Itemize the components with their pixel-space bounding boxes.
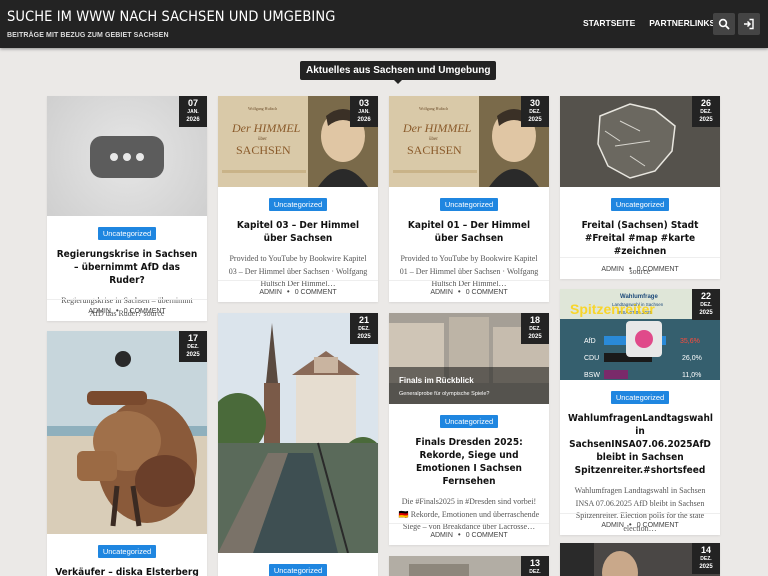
post-comments[interactable]: 0 Comment — [466, 289, 508, 296]
category-badge[interactable]: Uncategorized — [268, 198, 328, 211]
svg-text:Spitzenreiter: Spitzenreiter — [570, 301, 655, 317]
category-badge[interactable]: Uncategorized — [439, 415, 499, 428]
category-badge[interactable]: Uncategorized — [439, 198, 499, 211]
date-badge: 26 DEZ. 2025 — [692, 96, 720, 127]
section-heading: Aktuelles aus Sachsen und Umgebung — [300, 61, 497, 84]
svg-text:Wolfgang Hultsch: Wolfgang Hultsch — [248, 106, 277, 111]
svg-text:über: über — [258, 137, 267, 142]
post-thumbnail[interactable]: 14 DEZ. 2025 — [560, 543, 720, 576]
category-badge[interactable]: Uncategorized — [610, 391, 670, 404]
post-author[interactable]: admin — [259, 289, 282, 296]
site-description: Beiträge mit Bezug zum Gebiet Sachsen — [7, 32, 169, 39]
main-nav: Startseite Partnerlinks — [583, 18, 715, 28]
church-river-photo — [218, 313, 378, 553]
nav-partnerlinks[interactable]: Partnerlinks — [649, 18, 715, 28]
post-meta: admin • 0 Comment — [389, 280, 549, 302]
post-card: Finals im Rückblick Generalprobe für oly… — [389, 313, 549, 545]
post-title[interactable]: Verkäufer – diska Elsterberg — [55, 566, 199, 576]
post-card: 17 DEZ. 2025 Uncategorized Verkäufer – dis… — [47, 331, 207, 576]
site-header: Suche im WWW nach Sachsen und Umgebing B… — [0, 0, 768, 48]
post-meta: admin • 0 Comment — [560, 257, 720, 279]
post-card: 26 DEZ. 2025 Uncategorized Freital (Sachse… — [560, 96, 720, 279]
login-button[interactable] — [738, 13, 760, 35]
post-comments[interactable]: 0 Comment — [295, 289, 337, 296]
date-badge: 30 DEZ. 2025 — [521, 96, 549, 127]
post-card: Wolfgang Hultsch Der HIMMEL über SACHSEN… — [218, 96, 378, 302]
category-badge[interactable]: Uncategorized — [610, 198, 670, 211]
post-title[interactable]: Kapitel 03 – Der Himmel über Sachsen — [226, 219, 370, 245]
svg-text:SACHSEN: SACHSEN — [407, 143, 462, 157]
post-meta: admin • 0 Comment — [218, 280, 378, 302]
post-author[interactable]: admin — [88, 308, 111, 315]
login-icon — [744, 18, 754, 30]
post-card: 13DEZ.2025 — [389, 556, 549, 576]
post-thumbnail[interactable]: Wolfgang Hultsch Der HIMMEL über SACHSEN… — [218, 96, 378, 187]
post-thumbnail[interactable]: 21 DEZ. 2025 — [218, 313, 378, 553]
svg-text:Wahlumfrage: Wahlumfrage — [620, 294, 658, 300]
svg-text:26,0%: 26,0% — [682, 355, 702, 362]
date-badge: 14 DEZ. 2025 — [692, 543, 720, 574]
post-title[interactable]: Freital (Sachsen) Stadt #Freital #map #k… — [568, 219, 712, 258]
category-badge[interactable]: Uncategorized — [97, 227, 157, 240]
svg-text:Der HIMMEL: Der HIMMEL — [231, 121, 301, 135]
svg-text:Finals im Rückblick: Finals im Rückblick — [399, 376, 474, 385]
post-meta: admin • 0 Comment — [47, 299, 207, 321]
post-card: 21 DEZ. 2025 Uncategorized — [218, 313, 378, 576]
post-card: Wolfgang Hultsch Der HIMMEL über SACHSEN… — [389, 96, 549, 302]
post-card: Wahlumfrage Landtagswahl in Sachsen INSA… — [560, 289, 720, 535]
post-meta: admin • 0 Comment — [560, 513, 720, 535]
svg-text:35,6%: 35,6% — [680, 338, 700, 345]
post-comments[interactable]: 0 Comment — [637, 522, 679, 529]
post-title[interactable]: Regierungskrise in Sachsen – übernimmt A… — [55, 248, 199, 287]
post-author[interactable]: admin — [601, 522, 624, 529]
category-badge[interactable]: Uncategorized — [97, 545, 157, 558]
post-author[interactable]: admin — [601, 266, 624, 273]
post-title[interactable]: WahlumfragenLandtagswahl in SachsenINSA0… — [568, 412, 713, 477]
post-thumbnail[interactable]: 26 DEZ. 2025 — [560, 96, 720, 187]
date-badge: 17 DEZ. 2025 — [179, 331, 207, 362]
date-badge: 18 DEZ. 2025 — [521, 313, 549, 344]
post-author[interactable]: admin — [430, 289, 453, 296]
date-badge: 13DEZ.2025 — [521, 556, 549, 576]
nav-startseite[interactable]: Startseite — [583, 18, 635, 28]
post-meta: admin • 0 Comment — [389, 523, 549, 545]
svg-text:11,0%: 11,0% — [682, 372, 701, 379]
svg-text:CDU: CDU — [584, 355, 599, 362]
post-title[interactable]: Finals Dresden 2025: Rekorde, Siege und … — [397, 436, 541, 488]
post-card: 14 DEZ. 2025 — [560, 543, 720, 576]
post-thumbnail[interactable]: Wolfgang Hultsch Der HIMMEL über SACHSEN… — [389, 96, 549, 187]
svg-text:AfD: AfD — [584, 338, 596, 345]
post-comments[interactable]: 0 Comment — [637, 266, 679, 273]
search-button[interactable] — [713, 13, 735, 35]
date-badge: 07 JAN. 2026 — [179, 96, 207, 127]
post-title[interactable]: Kapitel 01 – Der Himmel über Sachsen — [397, 219, 541, 245]
svg-text:über: über — [429, 137, 438, 142]
post-thumbnail[interactable]: 07 JAN. 2026 — [47, 96, 207, 216]
date-badge: 21 DEZ. 2025 — [350, 313, 378, 344]
svg-text:Der HIMMEL: Der HIMMEL — [402, 121, 472, 135]
svg-text:SACHSEN: SACHSEN — [236, 143, 291, 157]
post-card: 07 JAN. 2026 Uncategorized Regierungskrise… — [47, 96, 207, 321]
post-author[interactable]: admin — [430, 532, 453, 539]
post-comments[interactable]: 0 Comment — [124, 308, 166, 315]
category-badge[interactable]: Uncategorized — [268, 564, 328, 576]
search-icon — [718, 18, 730, 30]
post-comments[interactable]: 0 Comment — [466, 532, 508, 539]
post-thumbnail[interactable]: 17 DEZ. 2025 — [47, 331, 207, 534]
post-thumbnail[interactable]: Finals im Rückblick Generalprobe für oly… — [389, 313, 549, 404]
post-thumbnail[interactable]: Wahlumfrage Landtagswahl in Sachsen INSA… — [560, 289, 720, 380]
svg-text:BSW: BSW — [584, 372, 600, 379]
date-badge: 03 JAN. 2026 — [350, 96, 378, 127]
site-title[interactable]: Suche im WWW nach Sachsen und Umgebing — [7, 9, 335, 25]
date-badge: 22 DEZ. 2025 — [692, 289, 720, 320]
svg-text:Wolfgang Hultsch: Wolfgang Hultsch — [419, 106, 448, 111]
post-thumbnail[interactable]: 13DEZ.2025 — [389, 556, 549, 576]
svg-text:Generalprobe für olympische Sp: Generalprobe für olympische Spiele? — [399, 391, 490, 397]
